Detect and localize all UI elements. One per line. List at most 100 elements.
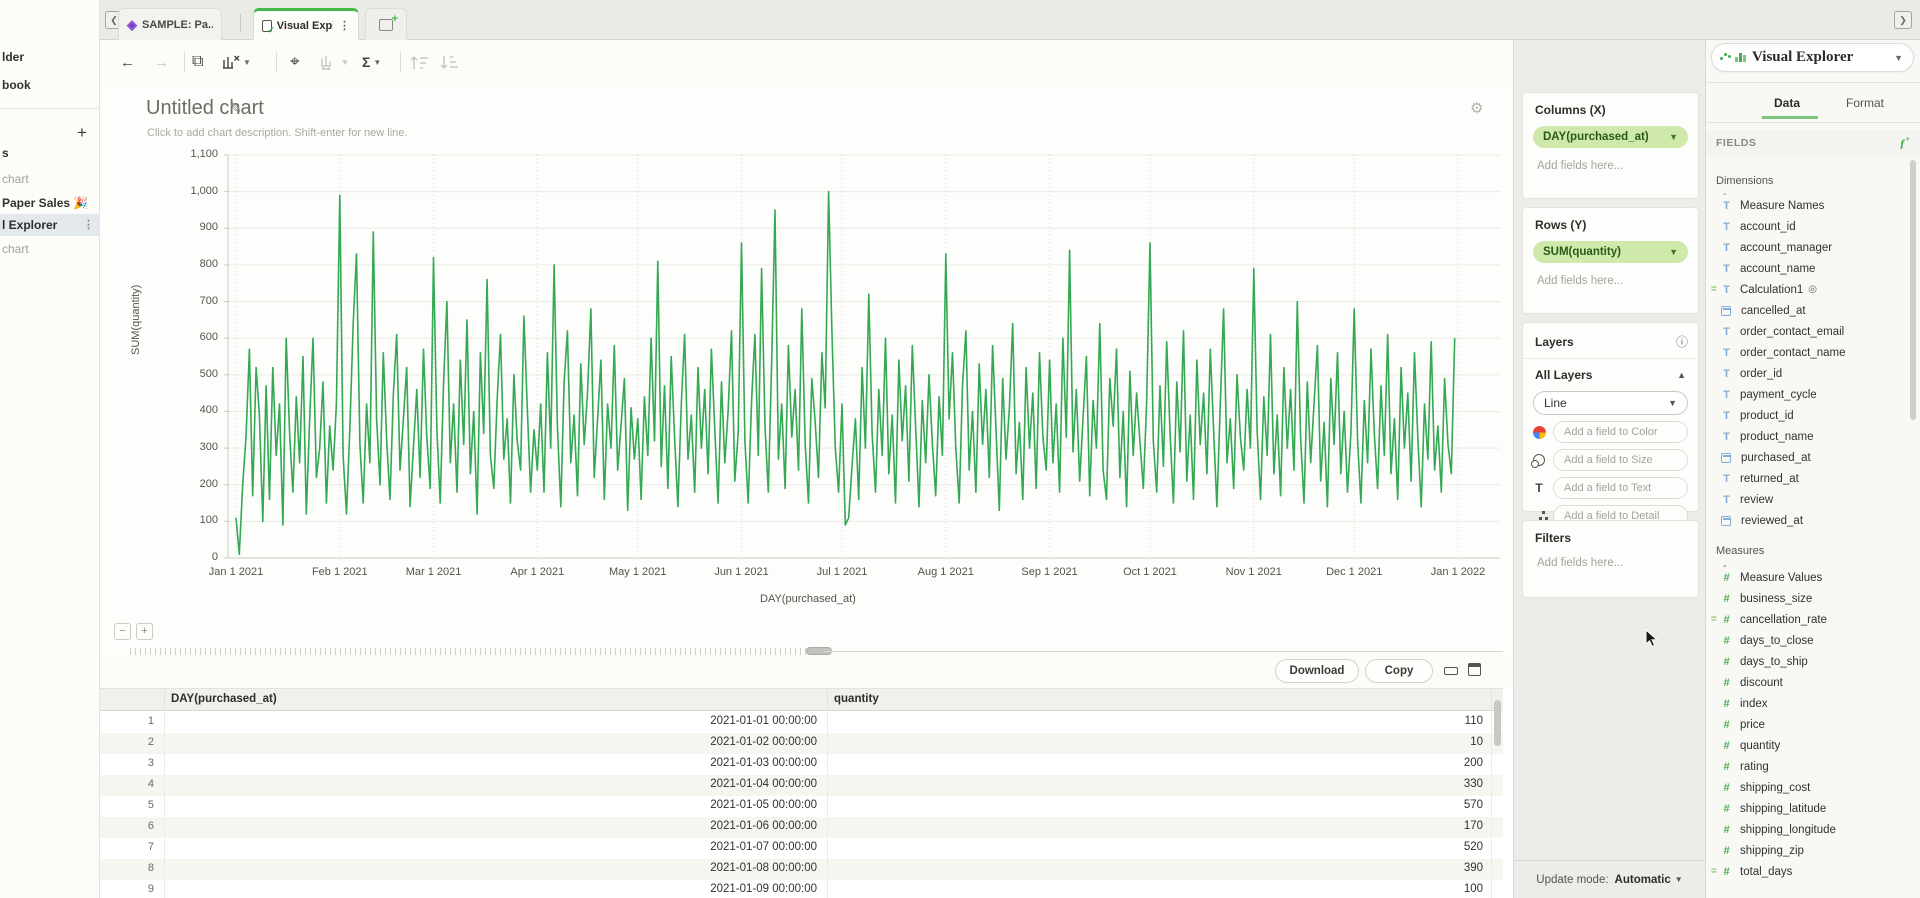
- chart-description-placeholder[interactable]: Click to add chart description. Shift-en…: [147, 127, 407, 139]
- download-button[interactable]: Download: [1275, 659, 1359, 683]
- cell-quantity[interactable]: 170: [828, 817, 1492, 838]
- tab-menu-icon[interactable]: ⋮: [339, 19, 350, 32]
- field-item-account-manager[interactable]: Taccount_manager: [1706, 237, 1906, 258]
- rows-y-pill[interactable]: SUM(quantity) ▼: [1533, 241, 1688, 263]
- field-item-business-size[interactable]: #business_size: [1706, 588, 1906, 609]
- chevron-down-icon[interactable]: ▼: [1894, 53, 1903, 63]
- sort-ascending-icon[interactable]: [410, 52, 430, 72]
- column-header-quantity[interactable]: quantity: [828, 689, 1492, 710]
- field-item-account-id[interactable]: Taccount_id: [1706, 216, 1906, 237]
- field-item-product-id[interactable]: Tproduct_id: [1706, 405, 1906, 426]
- cell-date[interactable]: 2021-01-03 00:00:00: [165, 754, 828, 775]
- columns-x-placeholder[interactable]: Add fields here...: [1523, 148, 1698, 172]
- field-item-shipping-cost[interactable]: #shipping_cost: [1706, 777, 1906, 798]
- columns-x-pill[interactable]: DAY(purchased_at) ▼: [1533, 126, 1688, 148]
- cell-quantity[interactable]: 200: [828, 754, 1492, 775]
- aggregate-icon[interactable]: Σ▼: [362, 52, 381, 72]
- clear-chart-icon[interactable]: ▼: [222, 52, 251, 72]
- field-item-measure-values[interactable]: #Measure Values: [1706, 567, 1906, 588]
- redo-button[interactable]: →: [154, 52, 169, 72]
- table-row[interactable]: 62021-01-06 00:00:00170: [100, 817, 1503, 838]
- sidebar-item[interactable]: Paper Sales 🎉: [0, 192, 100, 214]
- field-item-total-days[interactable]: =#total_days: [1706, 861, 1906, 882]
- sidebar-item[interactable]: lder: [0, 46, 100, 68]
- sidebar-item[interactable]: chart: [0, 238, 100, 260]
- field-item-cancellation-rate[interactable]: =#cancellation_rate: [1706, 609, 1906, 630]
- cell-date[interactable]: 2021-01-07 00:00:00: [165, 838, 828, 859]
- cell-quantity[interactable]: 570: [828, 796, 1492, 817]
- cell-quantity[interactable]: 390: [828, 859, 1492, 880]
- tab-visual-explorer[interactable]: Visual Explorer ⋮: [253, 8, 359, 40]
- field-item-calculation1[interactable]: =TCalculation1◎: [1706, 279, 1906, 300]
- add-formula-icon[interactable]: ƒ+: [1899, 135, 1910, 151]
- edit-title-icon[interactable]: ✎: [230, 100, 242, 117]
- zoom-out-button[interactable]: −: [114, 623, 131, 640]
- field-item-shipping-zip[interactable]: #shipping_zip: [1706, 840, 1906, 861]
- table-row[interactable]: 52021-01-05 00:00:00570: [100, 796, 1503, 817]
- field-item-product-name[interactable]: Tproduct_name: [1706, 426, 1906, 447]
- add-page-button[interactable]: +: [73, 124, 91, 142]
- all-layers-row[interactable]: All Layers ▲: [1523, 359, 1698, 384]
- field-item-payment-cycle[interactable]: Tpayment_cycle: [1706, 384, 1906, 405]
- info-icon[interactable]: ⓘ: [1676, 333, 1688, 350]
- table-row[interactable]: 22021-01-02 00:00:0010: [100, 733, 1503, 754]
- chevron-down-icon[interactable]: ▼: [1675, 875, 1683, 884]
- copy-button[interactable]: Copy: [1365, 659, 1433, 683]
- table-row[interactable]: 12021-01-01 00:00:00110: [100, 712, 1503, 733]
- field-item-days-to-ship[interactable]: #days_to_ship: [1706, 651, 1906, 672]
- cell-quantity[interactable]: 10: [828, 733, 1492, 754]
- cell-quantity[interactable]: 520: [828, 838, 1492, 859]
- field-item-order-contact-name[interactable]: Torder_contact_name: [1706, 342, 1906, 363]
- cell-date[interactable]: 2021-01-04 00:00:00: [165, 775, 828, 796]
- table-row[interactable]: 92021-01-09 00:00:00100: [100, 880, 1503, 898]
- cell-date[interactable]: 2021-01-06 00:00:00: [165, 817, 828, 838]
- chevron-down-icon[interactable]: ▼: [1669, 132, 1678, 142]
- chart-title[interactable]: Untitled chart: [146, 97, 264, 120]
- cell-date[interactable]: 2021-01-08 00:00:00: [165, 859, 828, 880]
- table-row[interactable]: 82021-01-08 00:00:00390: [100, 859, 1503, 880]
- shelf-drop-target[interactable]: Add a field to Text: [1553, 477, 1688, 499]
- minimize-table-icon[interactable]: [1444, 667, 1458, 675]
- sidebar-item[interactable]: chart: [0, 168, 100, 190]
- table-scrollbar[interactable]: [1494, 700, 1501, 746]
- item-menu-icon[interactable]: ⋮: [83, 214, 94, 236]
- mark-type-select[interactable]: Line ▼: [1533, 391, 1688, 415]
- table-row[interactable]: 42021-01-04 00:00:00330: [100, 775, 1503, 796]
- table-row[interactable]: 72021-01-07 00:00:00520: [100, 838, 1503, 859]
- tab-data[interactable]: Data: [1774, 96, 1800, 110]
- field-item-quantity[interactable]: #quantity: [1706, 735, 1906, 756]
- tab-sample-paper[interactable]: ◈ SAMPLE: Pa...: [118, 8, 222, 40]
- chevron-up-icon[interactable]: ▲: [1677, 370, 1686, 380]
- chart-settings-icon[interactable]: ⚙: [1470, 99, 1483, 117]
- zoom-in-button[interactable]: +: [136, 623, 153, 640]
- field-item-returned-at[interactable]: Treturned_at: [1706, 468, 1906, 489]
- field-item-purchased-at[interactable]: purchased_at: [1706, 447, 1906, 468]
- field-item-days-to-close[interactable]: #days_to_close: [1706, 630, 1906, 651]
- field-item-measure-names[interactable]: TMeasure Names: [1706, 195, 1906, 216]
- shelf-drop-target[interactable]: Add a field to Color: [1553, 421, 1688, 443]
- rows-y-placeholder[interactable]: Add fields here...: [1523, 263, 1698, 287]
- undo-button[interactable]: ←: [120, 52, 135, 72]
- table-row[interactable]: 32021-01-03 00:00:00200: [100, 754, 1503, 775]
- sidebar-item[interactable]: book: [0, 74, 100, 96]
- field-item-discount[interactable]: #discount: [1706, 672, 1906, 693]
- shelf-drop-target[interactable]: Add a field to Size: [1553, 449, 1688, 471]
- bin-tool-icon[interactable]: ▼: [320, 52, 349, 72]
- cell-quantity[interactable]: 110: [828, 712, 1492, 733]
- field-item-review[interactable]: Treview: [1706, 489, 1906, 510]
- sidebar-item[interactable]: l Explorer⋮: [0, 214, 100, 236]
- element-type-pill[interactable]: Visual Explorer ▼: [1711, 43, 1914, 72]
- field-item-rating[interactable]: #rating: [1706, 756, 1906, 777]
- cell-quantity[interactable]: 100: [828, 880, 1492, 898]
- fields-scrollbar[interactable]: [1910, 160, 1916, 420]
- sidebar-item[interactable]: s: [0, 142, 100, 164]
- field-item-account-name[interactable]: Taccount_name: [1706, 258, 1906, 279]
- column-header-date[interactable]: DAY(purchased_at): [165, 689, 828, 710]
- cell-date[interactable]: 2021-01-02 00:00:00: [165, 733, 828, 754]
- tab-format[interactable]: Format: [1846, 96, 1884, 110]
- tab-new-chart[interactable]: [365, 8, 407, 40]
- filters-placeholder[interactable]: Add fields here...: [1523, 545, 1698, 569]
- collapse-panel-icon[interactable]: ❯: [1894, 11, 1912, 29]
- cell-date[interactable]: 2021-01-01 00:00:00: [165, 712, 828, 733]
- field-item-index[interactable]: #index: [1706, 693, 1906, 714]
